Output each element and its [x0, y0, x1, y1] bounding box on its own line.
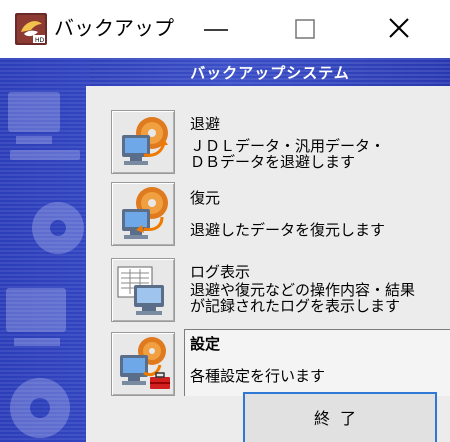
- svg-text:HD: HD: [35, 37, 45, 44]
- app-icon: HD: [14, 12, 48, 46]
- settings-description: 各種設定を行います: [190, 367, 326, 385]
- client-area: バックアップシステム 退避 ＪＤＬデータ・汎用データ・ ＤＢデータを退避します …: [0, 58, 450, 442]
- settings-title: 設定: [190, 335, 221, 353]
- backup-save-description: ＪＤＬデータ・汎用データ・ ＤＢデータを退避します: [190, 137, 386, 171]
- log-view-title: ログ表示: [190, 263, 251, 281]
- menu-panel: 退避 ＪＤＬデータ・汎用データ・ ＤＢデータを退避します 復元 退避したデータを…: [86, 86, 450, 442]
- backup-restore-button[interactable]: [111, 182, 175, 246]
- minimize-button[interactable]: [186, 0, 246, 58]
- backup-restore-icon: [122, 187, 168, 239]
- log-view-icon: [117, 266, 164, 315]
- close-button[interactable]: [368, 0, 428, 58]
- end-button[interactable]: 終了: [243, 392, 437, 442]
- backup-restore-description: 退避したデータを復元します: [190, 221, 386, 239]
- close-icon: [389, 18, 409, 38]
- settings-text: 設定 各種設定を行います: [190, 336, 325, 384]
- backup-window: 業 務 HD バックアップ: [0, 0, 450, 442]
- backup-save-title: 退避: [190, 115, 221, 133]
- backup-restore-title: 復元: [190, 189, 221, 207]
- backup-save-text: 退避 ＪＤＬデータ・汎用データ・ ＤＢデータを退避します: [190, 116, 385, 170]
- backup-restore-text: 復元 退避したデータを復元します: [190, 190, 385, 238]
- backup-save-icon: [122, 117, 168, 165]
- settings-button[interactable]: [111, 332, 175, 396]
- log-view-description: 退避や復元などの操作内容・結果 が記録されたログを表示します: [190, 281, 416, 315]
- backup-save-button[interactable]: [111, 110, 175, 174]
- log-view-text: ログ表示 退避や復元などの操作内容・結果 が記録されたログを表示します: [190, 264, 415, 314]
- settings-toolbox-icon: [120, 337, 170, 389]
- maximize-button[interactable]: [276, 0, 336, 58]
- system-header-label: バックアップシステム: [190, 64, 350, 82]
- maximize-icon: [295, 19, 315, 39]
- decorative-computer-art: [0, 58, 90, 442]
- title-bar[interactable]: HD バックアップ: [0, 0, 450, 58]
- log-view-button[interactable]: [111, 258, 175, 322]
- window-title: バックアップ: [54, 16, 174, 40]
